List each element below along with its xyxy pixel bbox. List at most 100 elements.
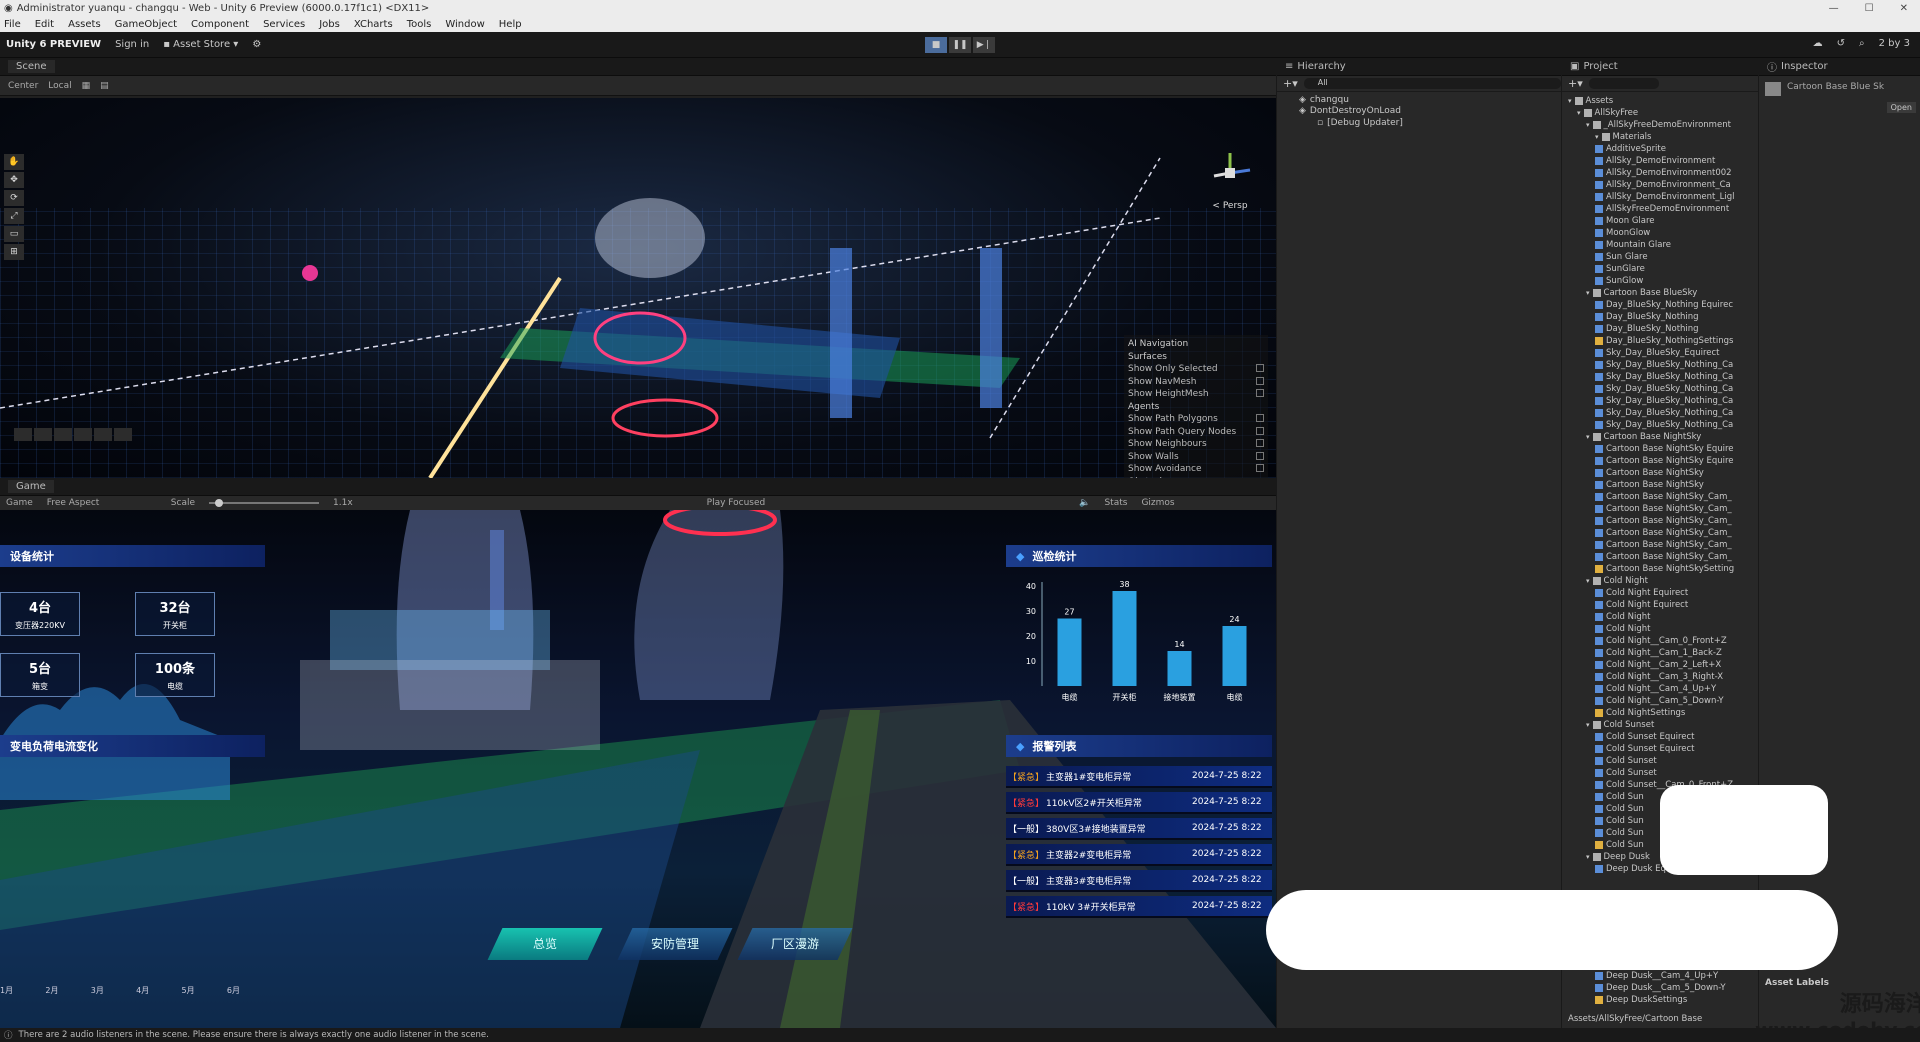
scale-tool-icon[interactable]: ⤢ — [4, 208, 24, 224]
project-item[interactable]: AllSky_DemoEnvironment002 — [1568, 167, 1758, 179]
hierarchy-item[interactable]: ◈ changqu — [1299, 94, 1561, 106]
project-item[interactable]: ▾ Cartoon Base NightSky — [1568, 431, 1758, 443]
project-item[interactable]: Sky_Day_BlueSky_Nothing_Ca — [1568, 395, 1758, 407]
menu-file[interactable]: File — [4, 19, 21, 30]
project-item[interactable]: Sky_Day_BlueSky_Nothing_Ca — [1568, 359, 1758, 371]
hud-nav-button[interactable]: 总览 — [487, 928, 603, 960]
expand-arrow-icon[interactable]: ▾ — [1568, 97, 1572, 105]
project-item[interactable]: Cold NightSettings — [1568, 707, 1758, 719]
project-item[interactable]: Cold Night__Cam_3_Right-X — [1568, 671, 1758, 683]
grid-icon[interactable]: ▦ — [82, 81, 91, 91]
add-icon[interactable]: +▾ — [1283, 77, 1298, 90]
scale-slider[interactable] — [209, 499, 320, 507]
nav-tool-icon[interactable] — [114, 428, 132, 441]
project-item[interactable]: Cold Night__Cam_1_Back-Z — [1568, 647, 1758, 659]
aspect-dropdown[interactable]: Free Aspect — [47, 498, 157, 508]
project-item[interactable]: Cold Sunset — [1568, 755, 1758, 767]
project-item[interactable]: Cartoon Base NightSky Equire — [1568, 455, 1758, 467]
open-button[interactable]: Open — [1886, 102, 1916, 113]
space-dropdown[interactable]: Local — [48, 81, 71, 91]
project-item[interactable]: Cartoon Base NightSky_Cam_ — [1568, 527, 1758, 539]
project-item[interactable]: AdditiveSprite — [1568, 143, 1758, 155]
transform-tool-icon[interactable]: ⊞ — [4, 244, 24, 260]
project-item[interactable]: Cold Sunset — [1568, 767, 1758, 779]
project-item[interactable]: ▾ Cartoon Base BlueSky — [1568, 287, 1758, 299]
project-item[interactable]: Cold Sunset Equirect — [1568, 743, 1758, 755]
alarm-row[interactable]: 【紧急】 主变器1#变电柜异常 2024-7-25 8:22 — [1006, 766, 1272, 788]
overlay-option[interactable]: Show Path Polygons — [1128, 414, 1264, 427]
play-focused-dropdown[interactable]: Play Focused — [707, 498, 766, 508]
project-item[interactable]: Cold Night Equirect — [1568, 587, 1758, 599]
project-item[interactable]: ▾ AllSkyFree — [1568, 107, 1758, 119]
hud-nav-button[interactable]: 厂区漫游 — [737, 928, 853, 960]
pause-button[interactable]: ❚❚ — [949, 37, 971, 53]
scene-viewport[interactable]: ✋ ✥ ⟳ ⤢ ▭ ⊞ < Persp AI Navigation Surface… — [0, 98, 1276, 478]
menu-assets[interactable]: Assets — [68, 19, 101, 30]
project-item[interactable]: ▾ _AllSkyFreeDemoEnvironment — [1568, 119, 1758, 131]
hierarchy-item[interactable]: ▫ [Debug Updater] — [1299, 117, 1561, 129]
search-icon[interactable]: ⌕ — [1859, 38, 1865, 49]
maximize-icon[interactable]: ☐ — [1865, 3, 1874, 14]
project-item[interactable]: Deep Dusk__Cam_5_Down-Y — [1568, 982, 1726, 994]
project-item[interactable]: ▾ Assets — [1568, 95, 1758, 107]
project-item[interactable]: Cold Night — [1568, 623, 1758, 635]
snap-icon[interactable]: ▤ — [100, 81, 109, 91]
checkbox[interactable] — [1256, 439, 1264, 447]
nav-tool-icon[interactable] — [34, 428, 52, 441]
scene-tab[interactable]: Scene — [8, 60, 55, 73]
project-item[interactable]: AllSkyFreeDemoEnvironment — [1568, 203, 1758, 215]
project-item[interactable]: MoonGlow — [1568, 227, 1758, 239]
project-search[interactable] — [1588, 78, 1659, 89]
project-item[interactable]: Cold Night__Cam_5_Down-Y — [1568, 695, 1758, 707]
rect-tool-icon[interactable]: ▭ — [4, 226, 24, 242]
project-item[interactable]: AllSky_DemoEnvironment — [1568, 155, 1758, 167]
hierarchy-tab[interactable]: Hierarchy — [1297, 61, 1345, 72]
overlay-option[interactable]: Show Walls — [1128, 451, 1264, 465]
expand-arrow-icon[interactable]: ▾ — [1586, 289, 1590, 297]
project-item[interactable]: Cold Night__Cam_2_Left+X — [1568, 659, 1758, 671]
project-item[interactable]: ▾ Cold Sunset — [1568, 719, 1758, 731]
project-item[interactable]: SunGlow — [1568, 275, 1758, 287]
project-item[interactable]: Cold Night — [1568, 611, 1758, 623]
project-item[interactable]: Cartoon Base NightSky Equire — [1568, 443, 1758, 455]
checkbox[interactable] — [1256, 451, 1264, 460]
layout-dropdown[interactable]: 2 by 3 — [1879, 38, 1910, 49]
signin-button[interactable]: Sign in — [115, 39, 149, 50]
project-item[interactable]: Cold Night__Cam_0_Front+Z — [1568, 635, 1758, 647]
project-item[interactable]: Sky_Day_BlueSky_Nothing_Ca — [1568, 383, 1758, 395]
project-item[interactable]: Cartoon Base NightSky — [1568, 467, 1758, 479]
menu-edit[interactable]: Edit — [35, 19, 54, 30]
project-item[interactable]: Deep DuskSettings — [1568, 994, 1726, 1006]
project-item[interactable]: Day_BlueSky_Nothing — [1568, 323, 1758, 335]
alarm-row[interactable]: 【一般】 380V区3#接地装置异常 2024-7-25 8:22 — [1006, 818, 1272, 840]
project-item[interactable]: Sky_Day_BlueSky_Equirect — [1568, 347, 1758, 359]
overlay-option[interactable]: Show Avoidance — [1128, 464, 1264, 477]
hud-nav-button[interactable]: 安防管理 — [617, 928, 733, 960]
close-icon[interactable]: ✕ — [1900, 3, 1908, 14]
project-item[interactable]: Sky_Day_BlueSky_Nothing_Ca — [1568, 407, 1758, 419]
project-item[interactable]: AllSky_DemoEnvironment_Ligl — [1568, 191, 1758, 203]
menu-tools[interactable]: Tools — [407, 19, 432, 30]
project-item[interactable]: Cold Night Equirect — [1568, 599, 1758, 611]
overlay-option[interactable]: Show Path Query Nodes — [1128, 426, 1264, 440]
history-icon[interactable]: ↺ — [1837, 38, 1845, 49]
project-item[interactable]: Sky_Day_BlueSky_Nothing_Ca — [1568, 419, 1758, 431]
alarm-row[interactable]: 【一般】 主变器3#变电柜异常 2024-7-25 8:22 — [1006, 870, 1272, 892]
expand-arrow-icon[interactable]: ▾ — [1586, 577, 1590, 585]
project-item[interactable]: Cartoon Base NightSkySetting — [1568, 563, 1758, 575]
stats-button[interactable]: Stats — [1104, 498, 1127, 508]
project-item[interactable]: Day_BlueSky_Nothing — [1568, 311, 1758, 323]
step-button[interactable]: ▶❘ — [973, 37, 995, 53]
expand-arrow-icon[interactable]: ▾ — [1595, 133, 1599, 141]
project-item[interactable]: Cartoon Base NightSky_Cam_ — [1568, 515, 1758, 527]
checkbox[interactable] — [1256, 364, 1264, 372]
status-message[interactable]: There are 2 audio listeners in the scene… — [19, 1030, 489, 1040]
project-item[interactable]: Sun Glare — [1568, 251, 1758, 263]
alarm-row[interactable]: 【紧急】 110kV 3#开关柜异常 2024-7-25 8:22 — [1006, 896, 1272, 918]
expand-arrow-icon[interactable]: ▾ — [1586, 853, 1590, 861]
expand-arrow-icon[interactable]: ▾ — [1577, 109, 1581, 117]
nav-tool-icon[interactable] — [14, 428, 32, 441]
expand-arrow-icon[interactable]: ▾ — [1586, 433, 1590, 441]
expand-arrow-icon[interactable]: ▾ — [1586, 721, 1590, 729]
project-item[interactable]: Cartoon Base NightSky_Cam_ — [1568, 503, 1758, 515]
